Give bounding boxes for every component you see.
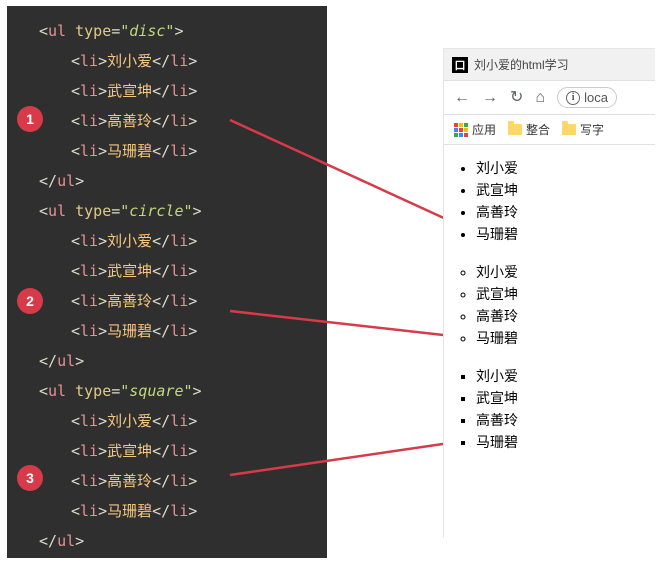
list-item: 武宣坤	[476, 283, 655, 305]
tab-bar: 口 刘小爱的html学习	[444, 49, 655, 81]
list-item: 高善玲	[476, 201, 655, 223]
code-editor: <ul type="disc"><li>刘小爱</li><li>武宣坤</li>…	[7, 6, 327, 558]
bookmarks-bar: 应用 整合 写字	[444, 115, 655, 145]
code-line: <li>马珊碧</li>	[27, 136, 327, 166]
badge-1: 1	[17, 106, 43, 132]
badge-3: 3	[17, 465, 43, 491]
address-text: loca	[584, 90, 608, 105]
rendered-page: 刘小爱武宣坤高善玲马珊碧刘小爱武宣坤高善玲马珊碧刘小爱武宣坤高善玲马珊碧	[444, 145, 655, 453]
badge-2: 2	[17, 288, 43, 314]
list-item: 武宣坤	[476, 387, 655, 409]
folder-icon	[562, 124, 576, 135]
code-line: </ul>	[27, 526, 327, 556]
list-item: 高善玲	[476, 305, 655, 327]
code-line: <li>高善玲</li>	[27, 106, 327, 136]
code-line: <li>武宣坤</li>	[27, 256, 327, 286]
browser-toolbar: ← → ↻ ⌂ i loca	[444, 81, 655, 115]
address-bar[interactable]: i loca	[557, 87, 617, 108]
browser-window: 口 刘小爱的html学习 ← → ↻ ⌂ i loca 应用 整合 写字 刘小爱…	[443, 48, 655, 538]
code-line: <ul type="circle">	[27, 196, 327, 226]
apps-icon	[454, 123, 468, 137]
code-line: <li>武宣坤</li>	[27, 436, 327, 466]
code-line: <li>马珊碧</li>	[27, 316, 327, 346]
bookmark-2-label: 写字	[580, 121, 604, 138]
folder-icon	[508, 124, 522, 135]
rendered-list-square: 刘小爱武宣坤高善玲马珊碧	[476, 365, 655, 453]
code-line: </ul>	[27, 166, 327, 196]
list-item: 马珊碧	[476, 431, 655, 453]
code-line: <li>武宣坤</li>	[27, 76, 327, 106]
list-item: 刘小爱	[476, 157, 655, 179]
code-line: </ul>	[27, 346, 327, 376]
list-item: 马珊碧	[476, 327, 655, 349]
list-item: 高善玲	[476, 409, 655, 431]
code-line: <li>刘小爱</li>	[27, 406, 327, 436]
code-line: <li>刘小爱</li>	[27, 46, 327, 76]
list-item: 刘小爱	[476, 365, 655, 387]
rendered-list-circle: 刘小爱武宣坤高善玲马珊碧	[476, 261, 655, 349]
bookmark-folder-1[interactable]: 整合	[508, 121, 550, 138]
reload-icon[interactable]: ↻	[510, 90, 523, 106]
back-icon[interactable]: ←	[454, 90, 470, 106]
apps-button[interactable]: 应用	[454, 121, 496, 138]
list-item: 武宣坤	[476, 179, 655, 201]
list-item: 刘小爱	[476, 261, 655, 283]
list-item: 马珊碧	[476, 223, 655, 245]
code-line: <li>刘小爱</li>	[27, 226, 327, 256]
info-icon: i	[566, 91, 580, 105]
forward-icon[interactable]: →	[482, 90, 498, 106]
rendered-list-disc: 刘小爱武宣坤高善玲马珊碧	[476, 157, 655, 245]
code-line: <li>高善玲</li>	[27, 286, 327, 316]
bookmark-1-label: 整合	[526, 121, 550, 138]
code-line: <ul type="square">	[27, 376, 327, 406]
home-icon[interactable]: ⌂	[535, 90, 545, 106]
favicon-icon: 口	[452, 57, 468, 73]
code-line: <li>马珊碧</li>	[27, 496, 327, 526]
tab-title[interactable]: 刘小爱的html学习	[474, 56, 569, 73]
code-line: <ul type="disc">	[27, 16, 327, 46]
bookmark-folder-2[interactable]: 写字	[562, 121, 604, 138]
apps-label: 应用	[472, 121, 496, 138]
code-line: <li>高善玲</li>	[27, 466, 327, 496]
